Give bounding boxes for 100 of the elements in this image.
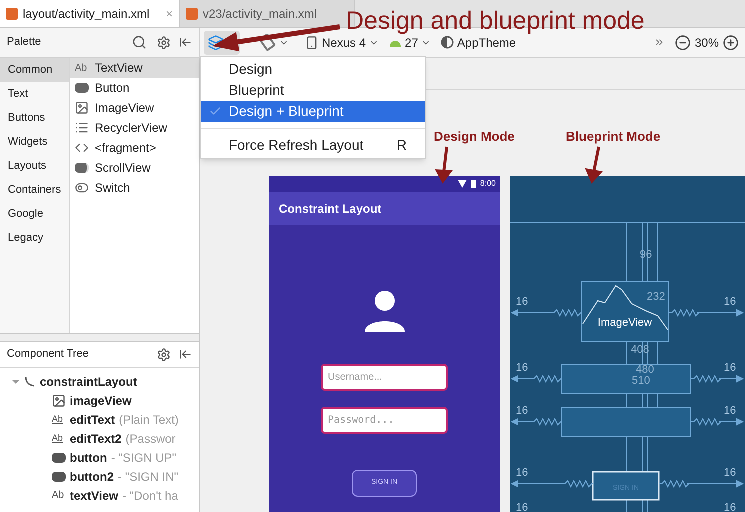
zoom-level: 30% (694, 34, 719, 52)
pointer-arrow (585, 146, 603, 184)
tree-item[interactable]: constraintLayout (0, 372, 199, 391)
widget-label: <fragment> (95, 140, 156, 157)
layers-icon (208, 34, 224, 50)
collapse-icon[interactable] (179, 348, 192, 361)
category-item[interactable]: Google (0, 202, 69, 226)
tree-item[interactable]: Ab textView - "Don't ha (0, 486, 199, 505)
tree-item[interactable]: button - "SIGN UP" (0, 448, 199, 467)
collapse-icon[interactable] (179, 36, 192, 49)
code-icon (75, 141, 89, 155)
panel-title: Component Tree (7, 347, 89, 362)
android-icon (389, 38, 402, 47)
phone-icon (305, 36, 319, 50)
widget-label: Switch (95, 180, 130, 197)
scroll-icon (75, 163, 89, 173)
pointer-arrow (435, 146, 453, 184)
dimension-label: 232 (647, 291, 666, 303)
margin-label: 16 (724, 405, 736, 417)
status-time: 8:00 (480, 178, 496, 190)
category-item[interactable]: Buttons (0, 106, 69, 130)
tree-item[interactable]: button2 - "SIGN IN" (0, 467, 199, 486)
spring-connector (510, 374, 562, 384)
category-item[interactable]: Widgets (0, 130, 69, 154)
menu-item[interactable]: Design + Blueprint (201, 101, 425, 122)
category-item[interactable]: Common (0, 58, 69, 82)
tree-item[interactable]: Ab editText2 (Passwor (0, 429, 199, 448)
constraint-icon (24, 376, 36, 388)
menu-item-label: Design (229, 60, 273, 79)
text-field[interactable]: Password... (321, 407, 448, 434)
category-item[interactable]: Text (0, 82, 69, 106)
xml-file-icon (6, 8, 18, 20)
splitter-handle[interactable] (0, 334, 199, 342)
settings-icon[interactable] (157, 36, 171, 50)
battery-icon (471, 180, 476, 188)
tab-label: layout/activity_main.xml (23, 6, 150, 22)
tree-item-detail: (Passwor (126, 430, 176, 448)
widget-item[interactable]: Button (70, 78, 199, 98)
menu-item[interactable]: Force Refresh Layout R (201, 135, 425, 156)
margin-label: 16 (516, 296, 528, 308)
margin-label: 16 (516, 502, 528, 512)
spring-connector (690, 418, 744, 426)
search-icon[interactable] (132, 35, 147, 50)
xml-file-icon (186, 8, 198, 20)
tree-item[interactable]: Ab editText (Plain Text) (0, 410, 199, 429)
spring-connector (690, 374, 744, 384)
edit-text-icon: Ab (52, 412, 66, 426)
widget-item[interactable]: Ab TextView (70, 58, 199, 78)
tree-item-detail: - "Don't ha (122, 488, 178, 504)
tab-label: v23/activity_main.xml (203, 6, 318, 22)
margin-label: 16 (516, 405, 528, 417)
file-tab[interactable]: layout/activity_main.xml × (0, 0, 180, 27)
widget-label: ScrollView (95, 160, 151, 177)
margin-label: 16 (516, 362, 528, 374)
annotation-label: Blueprint Mode (566, 128, 661, 146)
dimension-label: 510 (632, 375, 650, 387)
widget-item[interactable]: Switch (70, 178, 199, 198)
panel-title: Palette (7, 35, 42, 50)
widget-item[interactable]: ScrollView (70, 158, 199, 178)
edit-text-icon: Ab (52, 432, 66, 446)
image-view-label: ImageView (598, 317, 652, 329)
widget-label: TextView (95, 60, 143, 77)
overflow-icon[interactable] (654, 37, 665, 48)
widget-label: Button (95, 80, 130, 97)
menu-item[interactable]: Design (201, 59, 425, 80)
widget-item[interactable]: <fragment> (70, 138, 199, 158)
spring-connector (510, 418, 562, 426)
button-icon (52, 472, 66, 482)
margin-label: 16 (724, 467, 736, 479)
button-icon (52, 452, 66, 462)
person-icon (364, 290, 406, 332)
wifi-icon (458, 180, 468, 188)
theme-icon (441, 36, 454, 49)
menu-item-label: Design + Blueprint (229, 102, 344, 121)
menu-item[interactable]: Blueprint (201, 80, 425, 101)
image-icon (75, 101, 89, 115)
annotation-label: Design Mode (434, 128, 515, 146)
button-outline (592, 471, 660, 501)
dimension-label: 480 (636, 364, 654, 376)
menu-item-label: Blueprint (229, 81, 284, 100)
widget-item[interactable]: ImageView (70, 98, 199, 118)
margin-label: 16 (724, 362, 736, 374)
tree-item[interactable]: imageView (0, 391, 199, 410)
category-item[interactable]: Layouts (0, 154, 69, 178)
text-glyph-icon: Ab (52, 488, 66, 503)
app-title: Constraint Layout (279, 200, 382, 218)
tree-item-detail: (Plain Text) (119, 412, 179, 428)
menu-item-label: Force Refresh Layout (229, 136, 364, 155)
zoom-out-icon[interactable] (674, 34, 691, 50)
widget-label: RecyclerView (95, 120, 168, 137)
list-icon (75, 121, 89, 135)
category-item[interactable]: Containers (0, 178, 69, 202)
zoom-in-icon[interactable] (723, 34, 739, 50)
settings-icon[interactable] (157, 348, 171, 362)
category-item[interactable]: Legacy (0, 226, 69, 250)
orientation-icon[interactable] (258, 33, 276, 52)
margin-label: 16 (724, 502, 736, 512)
spring-connector (510, 308, 582, 318)
text-field[interactable]: Username... (321, 364, 448, 391)
widget-item[interactable]: RecyclerView (70, 118, 199, 138)
